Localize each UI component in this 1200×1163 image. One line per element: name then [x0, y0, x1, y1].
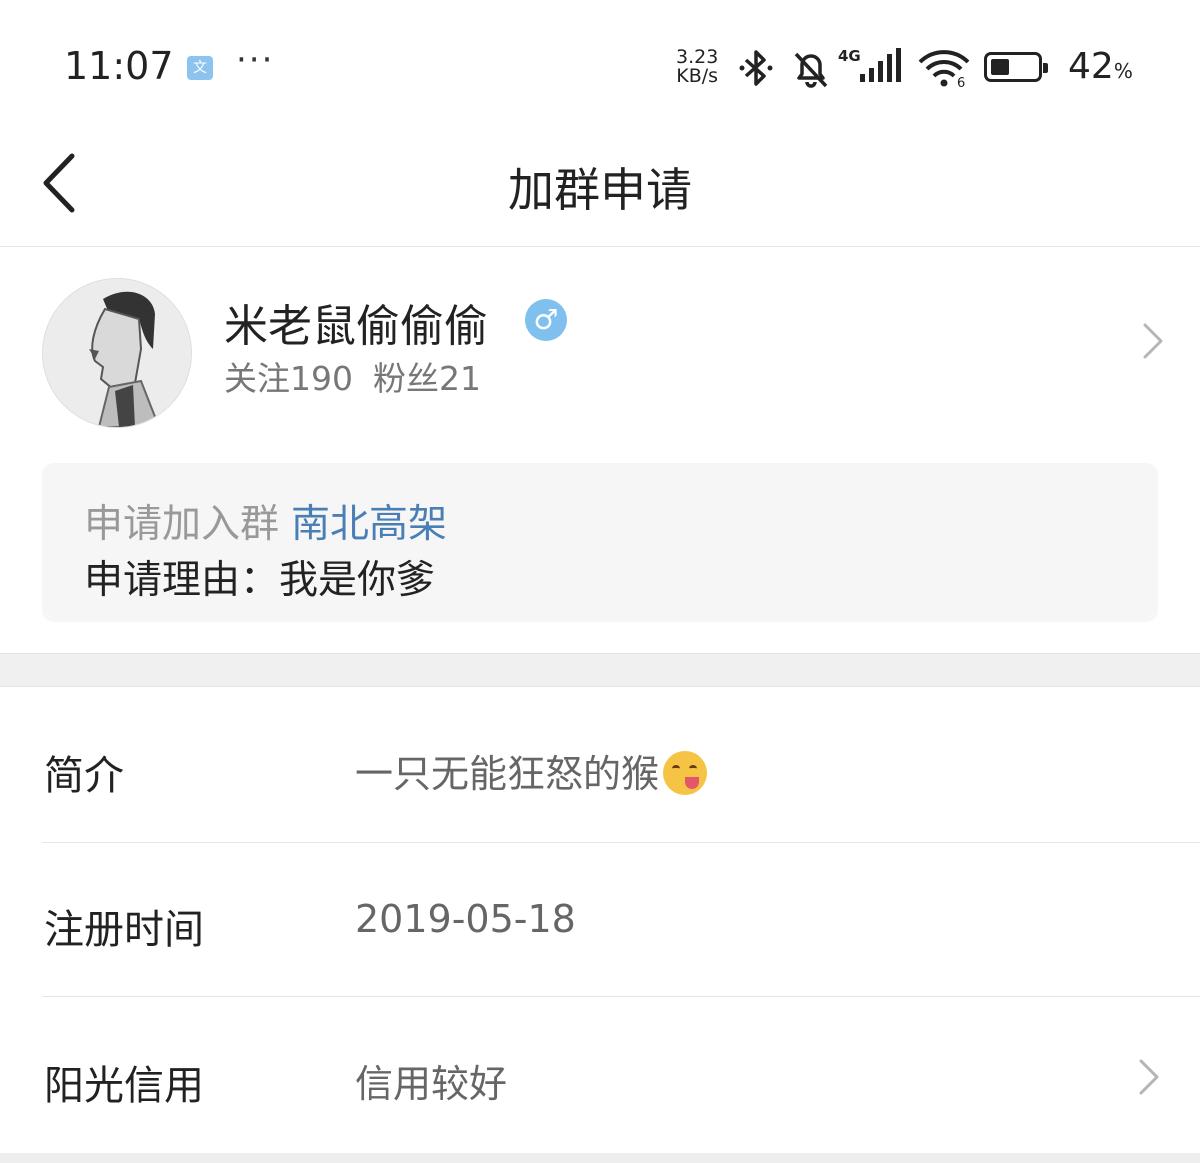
following-count[interactable]: 关注190: [224, 359, 353, 398]
request-prefix: 申请加入群: [84, 502, 280, 547]
bluetooth-icon: [739, 50, 773, 86]
user-avatar[interactable]: [42, 278, 192, 428]
join-request-card: 申请加入群 南北高架 申请理由：我是你爹: [42, 463, 1158, 622]
user-stats: 关注190 粉丝21: [224, 352, 501, 400]
info-row-register-date: 注册时间 2019-05-18: [0, 842, 1200, 997]
chevron-right-icon[interactable]: [1136, 1058, 1162, 1096]
bottom-edge: [0, 1153, 1200, 1163]
battery-icon: [984, 52, 1048, 82]
request-reason: 申请理由：我是你爹: [84, 558, 436, 603]
network-speed-unit: KB/s: [676, 65, 719, 87]
cellular-signal-icon: 4G: [838, 47, 901, 82]
male-gender-icon: ♂: [525, 299, 567, 341]
battery-percent-unit: %: [1113, 59, 1133, 83]
info-row-credit[interactable]: 阳光信用 信用较好: [0, 998, 1200, 1153]
group-name-link[interactable]: 南北高架: [291, 502, 447, 547]
info-row-bio: 简介 一只无能狂怒的猴: [0, 688, 1200, 843]
row-divider: [42, 996, 1200, 997]
request-group-line: 申请加入群 南北高架: [84, 493, 447, 549]
status-bar: 11:07 文 ··· 3.23 KB/s 4G 6 42%: [0, 0, 1200, 130]
register-date-label: 注册时间: [44, 907, 204, 953]
credit-label: 阳光信用: [44, 1063, 204, 1109]
followers-count[interactable]: 粉丝21: [373, 359, 481, 398]
network-speed: 3.23 KB/s: [676, 48, 718, 86]
mute-bell-icon: [794, 52, 828, 88]
credit-value: 信用较好: [355, 1062, 508, 1106]
user-name[interactable]: 米老鼠偷偷偷: [224, 290, 488, 354]
bio-label: 简介: [44, 753, 124, 799]
avatar-sketch-image: [43, 279, 191, 427]
more-notifications-icon: ···: [236, 40, 275, 80]
section-separator: [0, 653, 1200, 687]
yum-face-emoji-icon: [663, 751, 708, 795]
translate-app-icon: 文: [187, 56, 213, 80]
bio-text: 一只无能狂怒的猴: [355, 752, 660, 796]
battery-percent-value: 42: [1068, 46, 1114, 87]
chevron-right-icon[interactable]: [1140, 322, 1166, 360]
signal-type-label: 4G: [838, 47, 861, 65]
navigation-bar: 加群申请: [0, 130, 1200, 247]
wifi-label: 6: [957, 76, 965, 88]
wifi-icon: 6: [918, 50, 970, 88]
bio-value: 一只无能狂怒的猴: [355, 743, 708, 798]
battery-fill: [991, 59, 1009, 75]
battery-percent: 42%: [1068, 46, 1133, 87]
status-time: 11:07: [64, 44, 174, 88]
page-title: 加群申请: [508, 163, 692, 217]
battery-nub: [1043, 63, 1048, 73]
register-date-value: 2019-05-18: [355, 897, 576, 941]
